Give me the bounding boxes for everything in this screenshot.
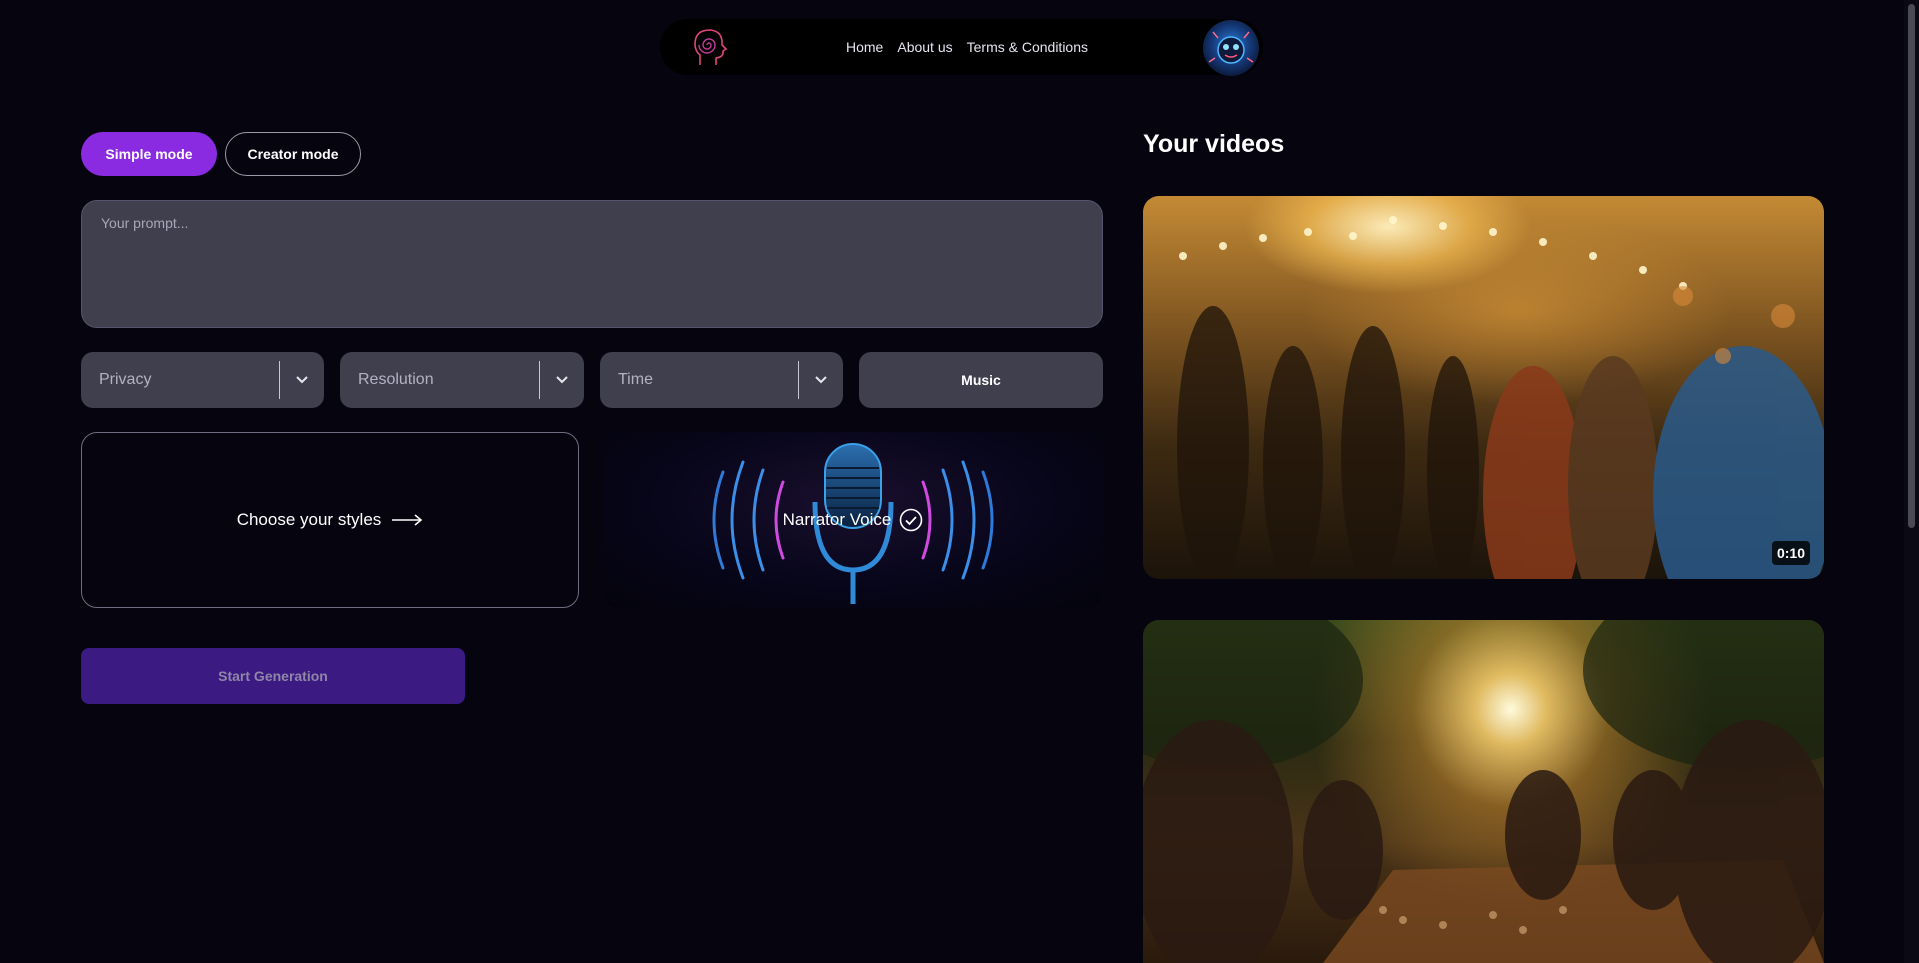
time-select-label: Time (618, 371, 653, 388)
creator-mode-button[interactable]: Creator mode (225, 132, 361, 176)
chevron-down-icon (296, 376, 308, 384)
video-thumbnail[interactable]: 0:10 (1143, 196, 1824, 579)
simple-mode-button[interactable]: Simple mode (81, 132, 217, 176)
music-button[interactable]: Music (859, 352, 1103, 408)
narrator-voice-label-row: Narrator Voice (603, 432, 1103, 608)
chevron-down-icon (815, 376, 827, 384)
select-divider (279, 361, 280, 399)
nav-link-terms[interactable]: Terms & Conditions (967, 39, 1088, 55)
video-thumbnail-image (1143, 620, 1824, 963)
resolution-select-label: Resolution (358, 371, 434, 388)
select-divider (539, 361, 540, 399)
robot-avatar-icon (1208, 31, 1254, 64)
top-nav: Home About us Terms & Conditions (660, 19, 1263, 76)
video-thumbnail[interactable] (1143, 620, 1824, 963)
page-scrollbar[interactable] (1904, 0, 1919, 963)
time-select[interactable]: Time (600, 352, 843, 408)
scrollbar-thumb[interactable] (1908, 4, 1915, 528)
prompt-input[interactable] (81, 200, 1103, 328)
select-divider (798, 361, 799, 399)
narrator-voice-label: Narrator Voice (782, 510, 892, 529)
video-thumbnail-image (1177, 216, 1824, 579)
your-videos-title: Your videos (1143, 130, 1285, 158)
privacy-select-label: Privacy (99, 371, 152, 388)
choose-styles-label: Choose your styles (236, 510, 382, 529)
nav-link-home[interactable]: Home (846, 39, 883, 55)
choose-styles-card[interactable]: Choose your styles (81, 432, 579, 608)
video-duration-badge: 0:10 (1771, 541, 1810, 565)
user-avatar[interactable] (1203, 20, 1259, 76)
privacy-select[interactable]: Privacy (81, 352, 324, 408)
head-spiral-logo-icon[interactable] (686, 25, 732, 71)
narrator-voice-card[interactable]: Narrator Voice (603, 432, 1103, 608)
start-generation-button[interactable]: Start Generation (81, 648, 465, 704)
resolution-select[interactable]: Resolution (340, 352, 584, 408)
chevron-down-icon (556, 376, 568, 384)
nav-link-about-us[interactable]: About us (897, 39, 952, 55)
nav-links: Home About us Terms & Conditions (846, 19, 1088, 75)
check-circle-icon (900, 508, 923, 532)
arrow-right-icon (392, 514, 423, 526)
